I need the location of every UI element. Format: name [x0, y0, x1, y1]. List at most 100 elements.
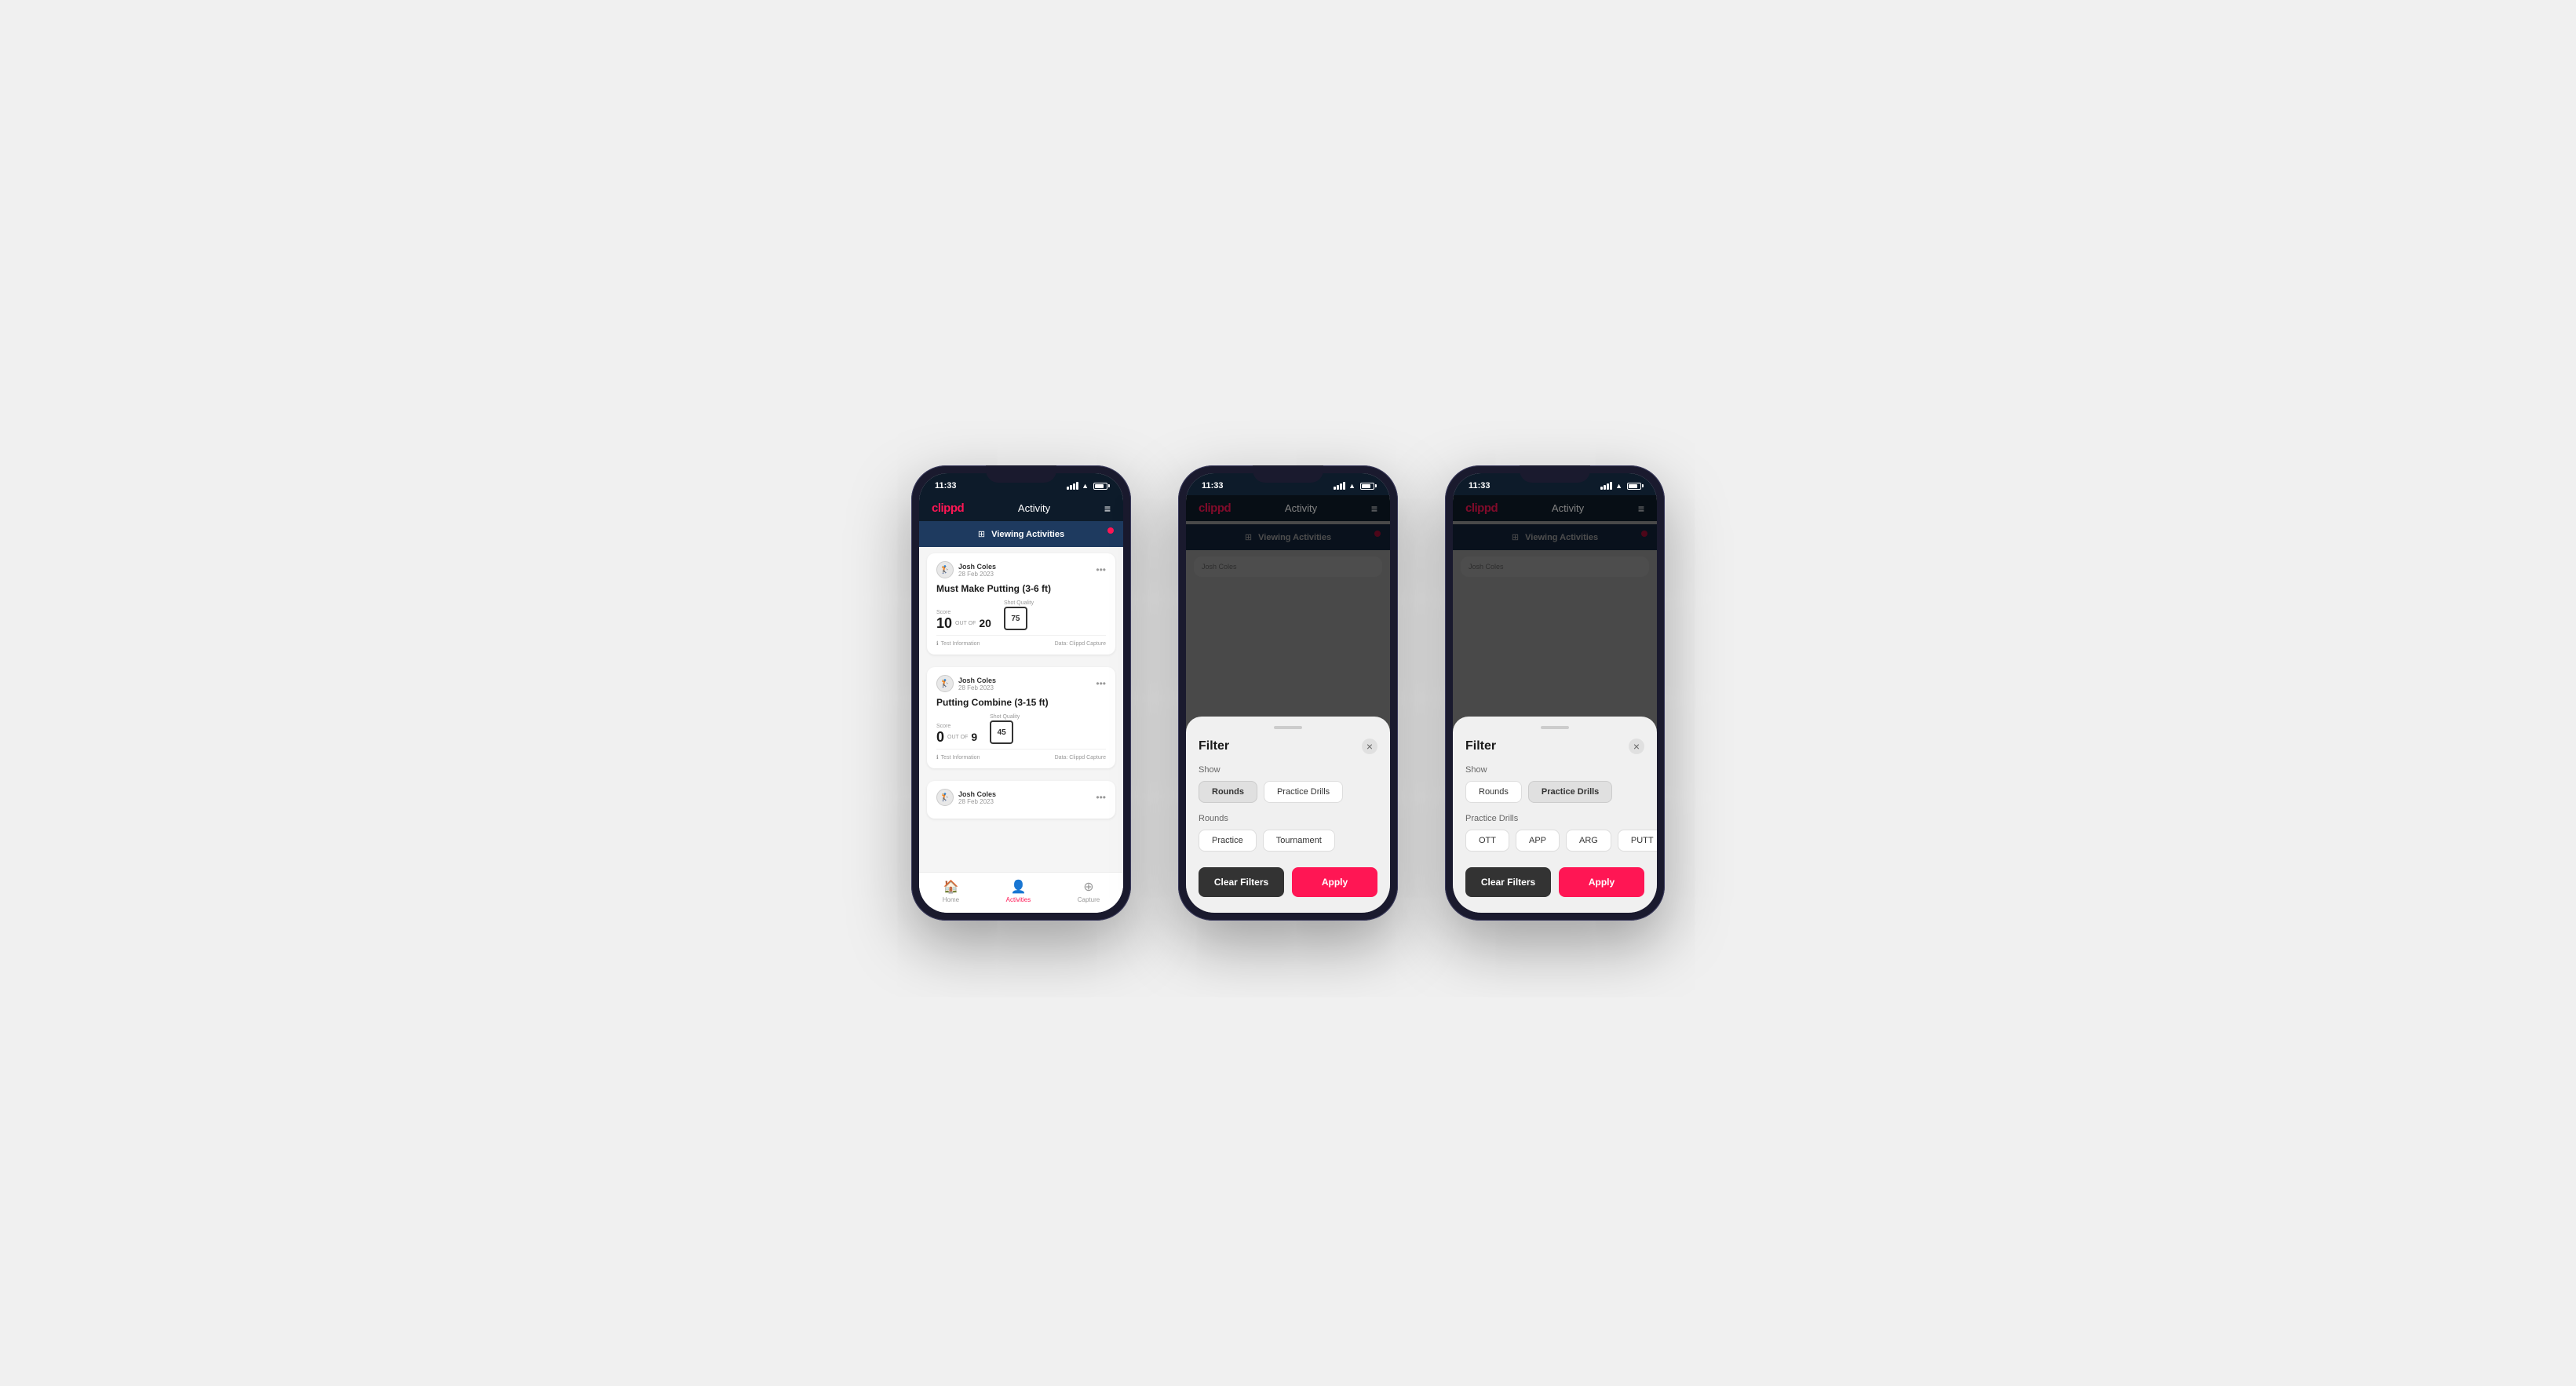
test-info-2: ℹ Test Information [936, 754, 980, 760]
logo-3: clippd [1465, 502, 1498, 515]
modal-header-3: Filter × [1465, 739, 1644, 754]
user-date-1: 28 Feb 2023 [958, 571, 996, 578]
out-of-text-1: OUT OF [955, 621, 976, 626]
show-label-3: Show [1465, 765, 1644, 775]
tournament-btn-2[interactable]: Tournament [1263, 830, 1335, 852]
stat-score-2: Score 0 OUT OF 9 [936, 724, 977, 744]
activity-card-1: 🏌 Josh Coles 28 Feb 2023 ••• Must Make P… [927, 553, 1115, 655]
user-name-date-1: Josh Coles 28 Feb 2023 [958, 563, 996, 578]
user-name-date-2: Josh Coles 28 Feb 2023 [958, 677, 996, 691]
activity-card-2: 🏌 Josh Coles 28 Feb 2023 ••• Putting Com… [927, 667, 1115, 768]
header-title-2: Activity [1285, 502, 1317, 514]
status-icons-1: ▲ [1067, 482, 1107, 490]
user-info-1: 🏌 Josh Coles 28 Feb 2023 [936, 561, 996, 578]
more-dots-2[interactable]: ••• [1096, 678, 1106, 689]
activity-card-3: 🏌 Josh Coles 28 Feb 2023 ••• [927, 781, 1115, 819]
battery-fill-1 [1095, 484, 1104, 488]
user-name-1: Josh Coles [958, 563, 996, 571]
menu-icon-2[interactable]: ≡ [1371, 502, 1377, 515]
stat-score-label-2: Score [936, 724, 977, 729]
modal-close-3[interactable]: × [1629, 739, 1644, 754]
putt-btn-3[interactable]: PUTT [1618, 830, 1657, 852]
modal-title-2: Filter [1199, 739, 1229, 753]
avatar-1: 🏌 [936, 561, 954, 578]
phone-inner-3: 11:33 ▲ clippd Activity [1453, 473, 1657, 913]
clear-filters-btn-2[interactable]: Clear Filters [1199, 867, 1284, 897]
modal-handle-2 [1274, 726, 1302, 729]
battery-2 [1360, 483, 1374, 490]
apply-btn-2[interactable]: Apply [1292, 867, 1377, 897]
logo-2: clippd [1199, 502, 1231, 515]
menu-icon-3[interactable]: ≡ [1638, 502, 1644, 515]
activity-title-1: Must Make Putting (3-6 ft) [936, 583, 1106, 594]
filter-modal-2: Filter × Show Rounds Practice Drills Rou… [1186, 717, 1390, 913]
ott-btn-3[interactable]: OTT [1465, 830, 1509, 852]
stat-out-of-2: 0 OUT OF 9 [936, 730, 977, 744]
wifi-icon-1: ▲ [1082, 482, 1089, 490]
viewing-dot-1 [1107, 527, 1114, 534]
show-label-2: Show [1199, 765, 1377, 775]
card-header-1: 🏌 Josh Coles 28 Feb 2023 ••• [936, 561, 1106, 578]
rounds-label-2: Rounds [1199, 814, 1377, 823]
app-header-2: clippd Activity ≡ [1186, 495, 1390, 521]
activities-icon-1: 👤 [1010, 879, 1026, 895]
stat-quality-1: Shot Quality 75 [1004, 600, 1034, 630]
user-name-date-3: Josh Coles 28 Feb 2023 [958, 790, 996, 805]
modal-close-2[interactable]: × [1362, 739, 1377, 754]
user-name-3: Josh Coles [958, 790, 996, 798]
card-header-2: 🏌 Josh Coles 28 Feb 2023 ••• [936, 675, 1106, 692]
user-info-2: 🏌 Josh Coles 28 Feb 2023 [936, 675, 996, 692]
avatar-2: 🏌 [936, 675, 954, 692]
modal-title-3: Filter [1465, 739, 1496, 753]
clear-filters-btn-3[interactable]: Clear Filters [1465, 867, 1551, 897]
stat-quality-label-1: Shot Quality [1004, 600, 1034, 606]
modal-overlay-2[interactable]: Filter × Show Rounds Practice Drills Rou… [1186, 521, 1390, 913]
nav-home-1[interactable]: 🏠 Home [943, 879, 959, 903]
scene: 11:33 ▲ clippd Activity [864, 418, 1712, 968]
time-1: 11:33 [935, 481, 957, 491]
more-dots-3[interactable]: ••• [1096, 792, 1106, 803]
stat-score-1: Score 10 OUT OF 20 [936, 610, 991, 630]
signal-bars-2 [1334, 482, 1345, 490]
practice-drills-btn-2[interactable]: Practice Drills [1264, 781, 1343, 803]
practice-round-btn-2[interactable]: Practice [1199, 830, 1257, 852]
shot-quality-badge-1: 75 [1004, 607, 1027, 630]
apply-btn-3[interactable]: Apply [1559, 867, 1644, 897]
filter-icon-1: ⊞ [978, 529, 985, 539]
practice-drills-section-label-3: Practice Drills [1465, 814, 1644, 823]
stat-score-label-1: Score [936, 610, 991, 615]
nav-capture-1[interactable]: ⊕ Capture [1078, 879, 1100, 903]
user-date-2: 28 Feb 2023 [958, 684, 996, 691]
stat-out-of-1: 10 OUT OF 20 [936, 616, 991, 630]
practice-drills-btn-3[interactable]: Practice Drills [1528, 781, 1612, 803]
stats-row-1: Score 10 OUT OF 20 Shot Quality 75 [936, 600, 1106, 630]
wifi-icon-2: ▲ [1348, 482, 1356, 490]
stats-row-2: Score 0 OUT OF 9 Shot Quality 45 [936, 714, 1106, 744]
viewing-bar-1[interactable]: ⊞ Viewing Activities [919, 521, 1123, 547]
modal-footer-2: Clear Filters Apply [1199, 867, 1377, 897]
app-btn-3[interactable]: APP [1516, 830, 1560, 852]
more-dots-1[interactable]: ••• [1096, 564, 1106, 575]
nav-activities-label-1: Activities [1006, 896, 1031, 903]
capture-icon-1: ⊕ [1083, 879, 1093, 895]
rounds-btn-3[interactable]: Rounds [1465, 781, 1522, 803]
time-2: 11:33 [1202, 481, 1224, 491]
nav-activities-1[interactable]: 👤 Activities [1006, 879, 1031, 903]
content-area-3: ⊞ Viewing Activities Josh Coles Filter [1453, 521, 1657, 913]
stat-quality-2: Shot Quality 45 [990, 714, 1020, 744]
avatar-3: 🏌 [936, 789, 954, 806]
card-footer-1: ℹ Test Information Data: Clippd Capture [936, 635, 1106, 647]
arg-btn-3[interactable]: ARG [1566, 830, 1611, 852]
stat-total-1: 20 [979, 618, 991, 629]
user-name-2: Josh Coles [958, 677, 996, 684]
signal-bar-1 [1067, 487, 1069, 490]
menu-icon-1[interactable]: ≡ [1104, 502, 1111, 515]
modal-overlay-3[interactable]: Filter × Show Rounds Practice Drills Pra… [1453, 521, 1657, 913]
battery-1 [1093, 483, 1107, 490]
user-info-3: 🏌 Josh Coles 28 Feb 2023 [936, 789, 996, 806]
phone-notch-3 [1520, 465, 1590, 483]
viewing-bar-text-1: Viewing Activities [991, 530, 1064, 539]
header-title-1: Activity [1018, 502, 1050, 514]
modal-footer-3: Clear Filters Apply [1465, 867, 1644, 897]
rounds-btn-2[interactable]: Rounds [1199, 781, 1257, 803]
